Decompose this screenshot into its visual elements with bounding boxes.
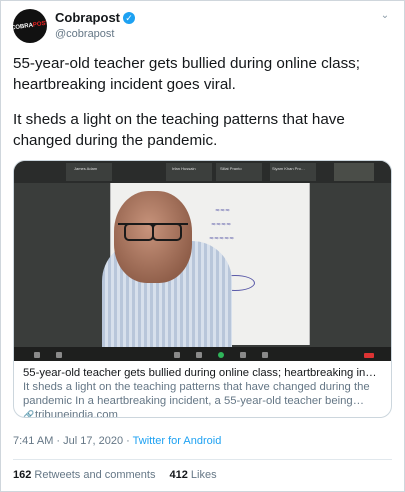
author-handle[interactable]: @cobrapost [55, 28, 135, 40]
avatar[interactable]: COBRAPOST [13, 9, 47, 43]
meta-separator-2: · [123, 435, 133, 447]
tweet-header: COBRAPOST Cobrapost ✓ @cobrapost ⌄ [13, 9, 392, 45]
card-body[interactable]: 55-year-old teacher gets bullied during … [14, 361, 391, 418]
participant-name: James Adam [74, 166, 98, 171]
tweet-source[interactable]: Twitter for Android [133, 435, 222, 447]
link-icon: 🔗 [23, 410, 35, 418]
retweets-label[interactable]: Retweets and comments [34, 469, 155, 481]
tweet-stats: 162 Retweets and comments 412 Likes [13, 469, 217, 481]
author-names: Cobrapost ✓ @cobrapost [55, 10, 135, 40]
reactions-icon [262, 352, 268, 358]
whiteboard-scribble: ≈≈≈≈≈ [209, 235, 235, 242]
card-domain-text[interactable]: tribuneindia.com [35, 408, 118, 417]
participant-name: Siyam Khan Pro… [272, 166, 305, 171]
card-domain[interactable]: 🔗 tribuneindia.com [23, 408, 382, 418]
tweet-date[interactable]: Jul 17, 2020 [63, 435, 123, 447]
retweets-stat[interactable]: 162 Retweets and comments [13, 469, 155, 481]
likes-count[interactable]: 412 [169, 469, 187, 481]
likes-label[interactable]: Likes [191, 469, 217, 481]
likes-stat[interactable]: 412 Likes [169, 469, 216, 481]
camera-icon [56, 352, 62, 358]
avatar-logo-text-1: COBRA [13, 22, 34, 32]
mic-icon [34, 352, 40, 358]
tweet-text: 55-year-old teacher gets bullied during … [13, 53, 398, 151]
divider [13, 459, 392, 460]
end-call-icon [364, 353, 374, 358]
verified-badge-icon: ✓ [123, 11, 135, 24]
participant-name: Irfan Hussain [172, 166, 196, 171]
video-controls-bar [14, 347, 391, 361]
whiteboard-scribble: ≈≈≈≈ [211, 221, 232, 228]
tweet-meta: 7:41 AM · Jul 17, 2020 · Twitter for And… [13, 435, 221, 447]
tweet-paragraph-1: 55-year-old teacher gets bullied during … [13, 55, 360, 93]
participants-icon [174, 352, 180, 358]
video-participants-strip: James Adam Irfan Hussain Sillat Pranto S… [14, 161, 391, 183]
teacher-glasses [118, 223, 188, 241]
author-display-name[interactable]: Cobrapost ✓ [55, 10, 135, 25]
tweet-paragraph-2: It sheds a light on the teaching pattern… [13, 111, 345, 149]
record-icon [240, 352, 246, 358]
chevron-down-icon[interactable]: ⌄ [378, 9, 392, 23]
card-image[interactable]: James Adam Irfan Hussain Sillat Pranto S… [14, 161, 391, 361]
link-card[interactable]: James Adam Irfan Hussain Sillat Pranto S… [13, 160, 392, 418]
card-title[interactable]: 55-year-old teacher gets bullied during … [23, 366, 382, 380]
tweet-container: COBRAPOST Cobrapost ✓ @cobrapost ⌄ 55-ye… [0, 0, 405, 492]
meta-separator: · [53, 435, 64, 447]
card-description[interactable]: It sheds a light on the teaching pattern… [23, 380, 382, 408]
retweets-count[interactable]: 162 [13, 469, 31, 481]
author-display-name-text[interactable]: Cobrapost [55, 10, 120, 25]
share-screen-icon [218, 352, 224, 358]
avatar-logo: COBRAPOST [13, 20, 47, 31]
tweet-time[interactable]: 7:41 AM [13, 435, 53, 447]
participant-name: Sillat Pranto [220, 166, 242, 171]
whiteboard-scribble: ≈≈≈ [215, 207, 231, 214]
participant-tile [334, 163, 374, 181]
avatar-logo-text-2: POST [32, 20, 47, 29]
chat-icon [196, 352, 202, 358]
